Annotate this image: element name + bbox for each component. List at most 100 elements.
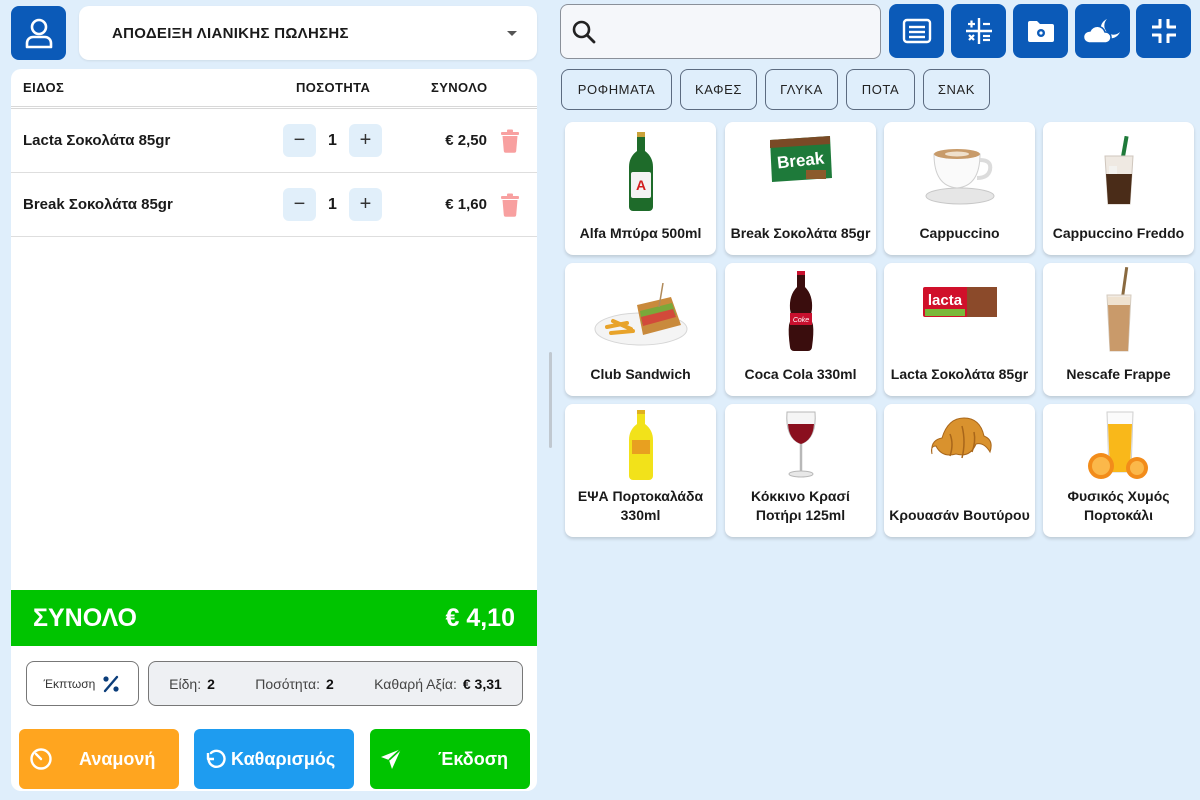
folder-settings-icon [1027,21,1054,42]
clear-button[interactable]: Καθαρισμός [194,729,354,789]
cart-item-price: € 1,60 [445,196,487,213]
issue-label: Έκδοση [438,748,509,769]
category-sweets[interactable]: ΓΛΥΚΑ [765,69,838,110]
order-summary: Είδη: 2 Ποσότητα: 2 Καθαρή Αξία: € 3,31 [148,661,523,706]
quantity-value: 1 [328,131,337,149]
receipt-button[interactable] [889,4,944,58]
cart-item-name: Lacta Σοκολάτα 85gr [23,132,171,149]
product-name: Cappuccino [919,225,1000,241]
product-card[interactable]: ΕΨΑ Πορτοκαλάδα 330ml [565,404,716,537]
search-icon [572,20,596,43]
increase-button[interactable]: + [349,188,382,221]
issue-button[interactable]: Έκδοση [370,729,530,789]
cart-row: Break Σοκολάτα 85gr − 1 + € 1,60 [11,173,537,237]
trash-icon[interactable] [500,129,520,158]
category-drinks[interactable]: ΡΟΦΗΜΑΤΑ [561,69,672,110]
items-value: 2 [207,675,215,692]
quantity-value: 1 [328,195,337,213]
total-bar: ΣΥΝΟΛΟ € 4,10 [11,590,537,646]
product-name: Alfa Μπύρα 500ml [579,225,702,241]
total-value: € 4,10 [445,603,515,632]
column-item: ΕΙΔΟΣ [23,80,65,95]
product-card[interactable]: Coke Coca Cola 330ml [725,263,876,396]
net-value: € 3,31 [462,675,502,692]
net-value-label: Καθαρή Αξία: [374,675,457,692]
increase-button[interactable]: + [349,124,382,157]
quantity-total-value: 2 [326,675,334,692]
cart-panel: ΕΙΔΟΣ ΠΟΣΟΤΗΤΑ ΣΥΝΟΛΟ Lacta Σοκολάτα 85g… [11,69,537,791]
lacta-chocolate-icon: lacta [884,285,1035,319]
product-card[interactable]: Cappuccino [884,122,1035,255]
svg-text:Coke: Coke [792,317,808,324]
wine-glass-icon [725,410,876,480]
document-type-label: ΑΠΟΔΕΙΞΗ ΛΙΑΝΙΚΗΣ ΠΩΛΗΣΗΣ [112,24,349,42]
product-name: ΕΨΑ Πορτοκαλάδα 330ml [577,488,704,523]
calculator-icon [965,18,992,44]
panel-splitter[interactable] [549,352,552,448]
exit-fullscreen-icon [1151,19,1176,43]
clear-label: Καθαρισμός [231,748,336,769]
product-card[interactable]: Φυσικός Χυμός Πορτοκάλι [1043,404,1194,537]
sandwich-icon [565,283,716,349]
product-card[interactable]: Club Sandwich [565,263,716,396]
category-snacks[interactable]: ΣΝΑΚ [923,69,990,110]
product-name: Nescafe Frappe [1066,366,1171,382]
product-card[interactable]: A Alfa Μπύρα 500ml [565,122,716,255]
timer-icon [30,748,52,770]
hold-button[interactable]: Αναμονή [19,729,179,789]
exit-fullscreen-button[interactable] [1136,4,1191,58]
product-name: Κόκκινο Κρασί Ποτήρι 125ml [751,488,850,523]
product-card[interactable]: Nescafe Frappe [1043,263,1194,396]
product-card[interactable]: Κόκκινο Κρασί Ποτήρι 125ml [725,404,876,537]
chevron-down-icon [507,30,517,36]
decrease-button[interactable]: − [283,124,316,157]
cloud-moon-icon [1082,19,1120,44]
cart-item-price: € 2,50 [445,132,487,149]
category-coffee[interactable]: ΚΑΦΕΣ [680,69,757,110]
discount-button[interactable]: Έκπτωση [26,661,139,706]
column-quantity: ΠΟΣΟΤΗΤΑ [296,80,371,95]
frappe-icon [1043,267,1194,353]
summary-quantity: Ποσότητα: 2 [255,676,334,692]
user-icon [25,18,52,49]
summary-items: Είδη: 2 [169,676,215,692]
product-name: Break Σοκολάτα 85gr [730,225,871,241]
svg-text:A: A [635,177,645,193]
undo-icon [206,749,226,768]
decrease-button[interactable]: − [283,188,316,221]
product-name: Lacta Σοκολάτα 85gr [890,366,1029,382]
product-card[interactable]: lacta Lacta Σοκολάτα 85gr [884,263,1035,396]
user-button[interactable] [11,6,66,60]
calculator-button[interactable] [951,4,1006,58]
product-name: Κρουασάν Βουτύρου [889,507,1030,523]
cola-bottle-icon: Coke [725,271,876,355]
product-card[interactable]: Cappuccino Freddo [1043,122,1194,255]
total-label: ΣΥΝΟΛΟ [33,603,137,632]
summary-net: Καθαρή Αξία: € 3,31 [374,676,502,692]
iced-coffee-icon [1043,136,1194,208]
orange-juice-icon [1043,410,1194,480]
folder-settings-button[interactable] [1013,4,1068,58]
cart-header: ΕΙΔΟΣ ΠΟΣΟΤΗΤΑ ΣΥΝΟΛΟ [11,69,537,109]
send-icon [381,748,402,769]
cart-item-name: Break Σοκολάτα 85gr [23,196,173,213]
items-label: Είδη: [169,675,202,692]
receipt-icon [902,18,931,44]
beer-bottle-icon: A [565,132,716,212]
document-type-select[interactable]: ΑΠΟΔΕΙΞΗ ΛΙΑΝΙΚΗΣ ΠΩΛΗΣΗΣ [79,6,537,60]
quantity-stepper: − 1 + [283,124,382,157]
search-input[interactable] [560,4,881,59]
category-spirits[interactable]: ΠΟΤΑ [846,69,915,110]
night-mode-button[interactable] [1075,4,1130,58]
product-card[interactable]: Κρουασάν Βουτύρου [884,404,1035,537]
product-card[interactable]: Break Break Σοκολάτα 85gr [725,122,876,255]
product-name: Cappuccino Freddo [1052,225,1185,241]
product-name: Club Sandwich [590,366,691,382]
percent-icon [103,675,119,692]
product-name: Φυσικός Χυμός Πορτοκάλι [1067,488,1170,523]
quantity-label: Ποσότητα: [255,675,320,692]
quantity-stepper: − 1 + [283,188,382,221]
orange-soda-icon [565,410,716,480]
trash-icon[interactable] [500,193,520,222]
svg-text:lacta: lacta [927,292,962,309]
